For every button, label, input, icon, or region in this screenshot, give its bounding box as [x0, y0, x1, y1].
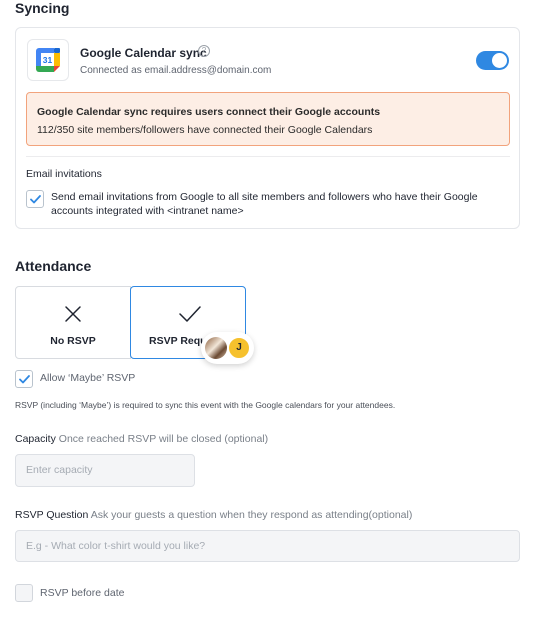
rsvp-before-date-checkbox[interactable]	[15, 584, 33, 602]
attendance-section-title: Attendance	[15, 258, 92, 274]
rsvp-question-input[interactable]: E.g - What color t-shirt would you like?	[15, 530, 520, 562]
capacity-hint: Once reached RSVP will be closed (option…	[58, 433, 269, 445]
x-icon	[65, 306, 81, 322]
email-invitations-text: Send email invitations from Google to al…	[51, 191, 478, 217]
warning-detail: 112/350 site members/followers have conn…	[37, 124, 373, 136]
capacity-label-text: Capacity	[15, 433, 56, 445]
help-icon[interactable]: ?	[198, 45, 210, 57]
gcal-logo-date: 31	[43, 55, 53, 65]
toggle-knob	[492, 53, 507, 68]
no-rsvp-label: No RSVP	[50, 335, 96, 347]
cursor-avatars: J	[201, 332, 254, 364]
checkmark-icon	[19, 375, 30, 384]
allow-maybe-checkbox[interactable]	[15, 370, 33, 388]
check-icon	[179, 306, 201, 322]
warning-title: Google Calendar sync requires users conn…	[37, 106, 381, 118]
sync-warning-banner: Google Calendar sync requires users conn…	[26, 92, 510, 146]
rsvp-before-date-label: RSVP before date	[40, 587, 125, 599]
avatar	[205, 337, 227, 359]
checkmark-icon	[30, 195, 41, 204]
allow-maybe-label: Allow ‘Maybe’ RSVP	[40, 372, 136, 384]
capacity-label: Capacity Once reached RSVP will be close…	[15, 433, 268, 445]
gcal-sync-title: Google Calendar sync	[80, 46, 207, 60]
google-calendar-logo-icon: 31	[27, 39, 69, 81]
gcal-sync-toggle[interactable]	[476, 51, 509, 70]
email-invitations-label: Email invitations	[26, 168, 102, 180]
gcal-connected-text: Connected as email.address@domain.com	[80, 65, 272, 76]
rsvp-question-hint: Ask your guests a question when they res…	[90, 509, 413, 521]
google-calendar-sync-card: 31 Google Calendar sync ? Connected as e…	[15, 27, 520, 229]
email-invitations-checkbox[interactable]	[26, 190, 44, 208]
no-rsvp-option[interactable]: No RSVP	[15, 286, 131, 359]
rsvp-sync-note: RSVP (including ‘Maybe’) is required to …	[15, 400, 396, 410]
capacity-input[interactable]: Enter capacity	[15, 454, 195, 487]
rsvp-question-label-text: RSVP Question	[15, 509, 89, 521]
syncing-section-title: Syncing	[15, 0, 70, 16]
divider	[26, 156, 510, 157]
avatar-initial: J	[227, 336, 251, 360]
rsvp-question-label: RSVP Question Ask your guests a question…	[15, 509, 412, 521]
